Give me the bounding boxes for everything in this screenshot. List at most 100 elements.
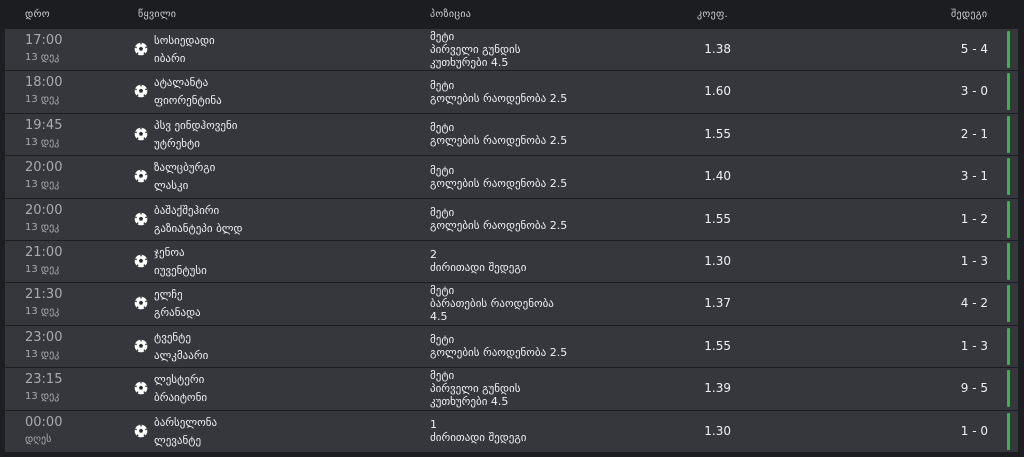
match-time: 20:00 xyxy=(25,202,63,218)
position-line: პირველი გუნდის xyxy=(430,382,521,396)
soccer-ball-icon xyxy=(134,212,148,225)
position-line: 4.5 xyxy=(430,310,448,324)
table-row[interactable]: 19:45 13 დეკ პსვ ეინდჰოვენი უტრეხტი მეტი… xyxy=(5,113,1018,156)
header-time: დრო xyxy=(25,9,50,20)
position-line: მეტი xyxy=(430,284,455,298)
team-away: იუვენტუსი xyxy=(154,263,207,277)
match-time: 23:00 xyxy=(25,329,63,345)
coefficient: 1.38 xyxy=(704,42,731,56)
win-indicator xyxy=(1007,31,1010,68)
coefficient: 1.55 xyxy=(704,338,731,353)
win-indicator xyxy=(1007,370,1010,408)
team-away: ლასკი xyxy=(154,179,189,193)
soccer-ball-icon xyxy=(134,42,148,56)
coefficient: 1.30 xyxy=(704,423,731,438)
soccer-ball-icon xyxy=(134,424,148,437)
match-time: 21:30 xyxy=(25,287,63,303)
match-date: 13 დეკ xyxy=(25,348,60,360)
table-row[interactable]: 20:00 13 დეკ ზალცბურგი ლასკი მეტი გოლების… xyxy=(5,156,1018,198)
table-header: დრო წყვილი პოზიცია კოეფ. შედეგი xyxy=(0,0,1024,28)
team-home: სოსიედადი xyxy=(154,34,215,47)
team-away: იბარი xyxy=(154,52,186,65)
team-away: გაზიანტეპი ბლდ xyxy=(154,221,243,235)
bet-position: მეტი გოლების რაოდენობა 2.5 xyxy=(430,156,650,197)
bet-position: მეტი გოლების რაოდენობა 2.5 xyxy=(430,114,650,155)
win-indicator xyxy=(1007,327,1010,365)
win-indicator xyxy=(1007,115,1010,153)
soccer-ball-icon xyxy=(134,254,148,268)
match-score: 1 - 3 xyxy=(960,338,988,353)
position-line: მეტი xyxy=(430,333,455,347)
team-home: ტვენტე xyxy=(154,330,191,344)
match-date: 13 დეკ xyxy=(25,391,60,403)
position-line: ძირითადი შედეგი xyxy=(430,431,527,445)
match-date: 13 დეკ xyxy=(25,94,60,106)
match-time: 21:00 xyxy=(25,244,63,260)
position-line: მეტი xyxy=(430,78,455,92)
soccer-ball-icon xyxy=(134,381,148,395)
header-event: წყვილი xyxy=(138,9,177,20)
win-indicator xyxy=(1007,158,1010,196)
bet-position: 2 ძირითადი შედეგი xyxy=(430,241,650,282)
team-away: ალკმაარი xyxy=(154,348,209,362)
bet-position: მეტი გოლების რაოდენობა 2.5 xyxy=(430,199,650,240)
position-line: პირველი გუნდის xyxy=(430,43,521,56)
bet-position: მეტი ბარათების რაოდენობა 4.5 xyxy=(430,283,650,324)
win-indicator xyxy=(1007,200,1010,238)
match-score: 5 - 4 xyxy=(960,42,988,56)
match-time: 19:45 xyxy=(25,117,63,133)
bets-history-panel: დრო წყვილი პოზიცია კოეფ. შედეგი 17:00 13… xyxy=(0,0,1024,457)
header-coef: კოეფ. xyxy=(697,9,728,20)
header-result: შედეგი xyxy=(951,9,988,20)
coefficient: 1.55 xyxy=(704,211,731,226)
team-home: ბაშაქშეჰირი xyxy=(154,203,220,217)
match-score: 4 - 2 xyxy=(960,296,988,311)
table-row[interactable]: 17:00 13 დეკ სოსიედადი იბარი მეტი პირველი… xyxy=(5,29,1018,71)
team-home: პსვ ეინდჰოვენი xyxy=(154,118,238,132)
position-line: მეტი xyxy=(430,30,455,43)
match-score: 9 - 5 xyxy=(960,381,988,396)
team-away: უტრეხტი xyxy=(154,136,200,150)
header-position: პოზიცია xyxy=(430,9,472,20)
team-home: ზალცბურგი xyxy=(154,161,216,175)
position-line: გოლების რაოდენობა 2.5 xyxy=(430,346,568,360)
position-line: გოლების რაოდენობა 2.5 xyxy=(430,219,568,233)
position-line: გოლების რაოდენობა 2.5 xyxy=(430,134,568,148)
table-row[interactable]: 23:15 13 დეკ ლესტერი ბრაიტონი მეტი პირველ… xyxy=(5,368,1018,410)
match-score: 2 - 1 xyxy=(960,126,988,141)
match-date: 13 დეკ xyxy=(25,136,60,148)
position-line: მეტი xyxy=(430,206,455,220)
match-date: დღეს xyxy=(25,433,52,445)
win-indicator xyxy=(1007,412,1010,450)
position-line: გოლების რაოდენობა 2.5 xyxy=(430,91,568,105)
match-score: 1 - 0 xyxy=(960,423,988,438)
match-date: 13 დეკ xyxy=(25,179,60,191)
team-home: ატალანტა xyxy=(154,76,209,90)
match-time: 00:00 xyxy=(25,414,63,430)
table-row[interactable]: 00:00 დღეს ბარსელონა ლევანტე 1 ძირითადი შ… xyxy=(5,410,1018,452)
position-line: მეტი xyxy=(430,163,455,177)
table-row[interactable]: 20:00 13 დეკ ბაშაქშეჰირი გაზიანტეპი ბლდ … xyxy=(5,198,1018,240)
match-score: 1 - 3 xyxy=(960,253,988,268)
coefficient: 1.40 xyxy=(704,169,731,184)
table-row[interactable]: 21:00 13 დეკ ჯენოა იუვენტუსი 2 ძირითადი შ… xyxy=(5,240,1018,283)
table-row[interactable]: 21:30 13 დეკ ელჩე გრანადა მეტი ბარათების … xyxy=(5,283,1018,325)
match-score: 3 - 1 xyxy=(960,169,988,184)
bet-position: მეტი პირველი გუნდის კუთხურები 4.5 xyxy=(430,29,650,70)
soccer-ball-icon xyxy=(134,127,148,141)
win-indicator xyxy=(1007,242,1010,280)
bets-list: 17:00 13 დეკ სოსიედადი იბარი მეტი პირველი… xyxy=(5,29,1018,453)
position-line: კუთხურები 4.5 xyxy=(430,56,509,69)
coefficient: 1.39 xyxy=(704,381,731,396)
match-score: 3 - 0 xyxy=(960,84,988,99)
soccer-ball-icon xyxy=(134,297,148,310)
coefficient: 1.60 xyxy=(704,84,731,99)
table-row[interactable]: 18:00 13 დეკ ატალანტა ფიორენტინა მეტი გოლ… xyxy=(5,71,1018,113)
match-date: 13 დეკ xyxy=(25,52,60,63)
team-home: ელჩე xyxy=(154,288,183,302)
bet-position: მეტი გოლების რაოდენობა 2.5 xyxy=(430,326,650,367)
match-time: 23:15 xyxy=(25,372,63,388)
table-row[interactable]: 23:00 13 დეკ ტვენტე ალკმაარი მეტი გოლების… xyxy=(5,325,1018,368)
bet-position: მეტი გოლების რაოდენობა 2.5 xyxy=(430,71,650,112)
win-indicator xyxy=(1007,285,1010,323)
